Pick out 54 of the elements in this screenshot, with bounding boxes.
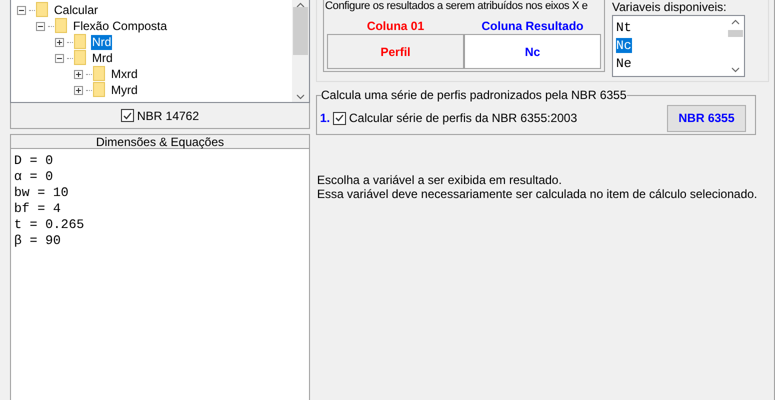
scrollbar[interactable]: [292, 0, 309, 102]
variables-listbox[interactable]: Nt Nc Ne: [612, 15, 745, 77]
tree-item[interactable]: Calcular: [53, 2, 100, 18]
column-heading: Coluna 01: [366, 18, 426, 34]
tree-item[interactable]: Nrd: [91, 34, 112, 50]
scroll-thumb[interactable]: [293, 7, 308, 55]
hint-text: Escolha a variável a ser exibida em resultado.: [317, 173, 563, 187]
folder-icon: [93, 82, 106, 98]
nbr-6355-button[interactable]: NBR 6355: [667, 104, 746, 132]
folder-icon: [74, 50, 87, 66]
folder-icon: [74, 34, 87, 50]
group-title: Configure os resultados a serem atribuídos nos eixos X e: [325, 0, 588, 13]
checkbox-label: NBR 14762: [136, 108, 200, 124]
column-cell[interactable]: Nc: [464, 34, 601, 69]
list-label: Variaveis disponiveis:: [612, 1, 728, 14]
checkmark-icon: [335, 114, 344, 122]
panel-header: Dimensões & Equações: [11, 135, 309, 149]
collapse-icon[interactable]: [17, 6, 26, 14]
scroll-down-icon[interactable]: [731, 67, 740, 73]
collapse-icon[interactable]: [36, 22, 45, 30]
item-number: 1.: [320, 110, 330, 127]
checkbox-label: Calcular série de perfis da NBR 6355:2003: [349, 110, 578, 127]
list-item[interactable]: Ne: [616, 56, 632, 70]
folder-icon: [55, 18, 68, 34]
expand-icon[interactable]: [74, 86, 83, 94]
equation-line: t = 0.265: [14, 217, 86, 233]
tree-item[interactable]: Mxrd: [110, 66, 139, 82]
equation-line: bf = 4: [14, 201, 62, 217]
column-heading: Coluna Resultado: [480, 18, 584, 34]
group-title: Calcula uma série de perfis padronizados pela NBR 6355: [321, 88, 627, 102]
tree-item[interactable]: Myrd: [110, 82, 139, 98]
checkbox[interactable]: [120, 109, 134, 122]
list-item[interactable]: Nt: [616, 20, 632, 34]
scroll-up-icon[interactable]: [731, 19, 740, 25]
equation-line: α = 0: [14, 169, 54, 185]
column-cell[interactable]: Perfil: [327, 34, 464, 69]
folder-icon: [93, 66, 106, 82]
equation-line: bw = 10: [14, 185, 70, 201]
hint-text: Essa variável deve necessariamente ser calculada no item de cálculo selecionado.: [317, 187, 758, 201]
equation-line: β = 90: [14, 233, 62, 249]
scroll-down-icon[interactable]: [296, 94, 305, 100]
tree-item[interactable]: Mrd: [91, 50, 114, 66]
equations-area[interactable]: D = 0 α = 0 bw = 10 bf = 4 t = 0.265 β = 90: [11, 149, 309, 400]
expand-icon[interactable]: [55, 38, 64, 46]
list-item[interactable]: Nc: [616, 38, 632, 52]
checkbox[interactable]: [333, 112, 346, 124]
tree-item[interactable]: Flexão Composta: [72, 18, 168, 34]
scroll-up-icon[interactable]: [296, 2, 305, 8]
expand-icon[interactable]: [74, 70, 83, 78]
collapse-icon[interactable]: [55, 54, 64, 62]
folder-icon: [36, 2, 49, 18]
scroll-thumb[interactable]: [728, 30, 743, 36]
equation-line: D = 0: [14, 153, 54, 169]
checkmark-icon: [122, 112, 132, 120]
